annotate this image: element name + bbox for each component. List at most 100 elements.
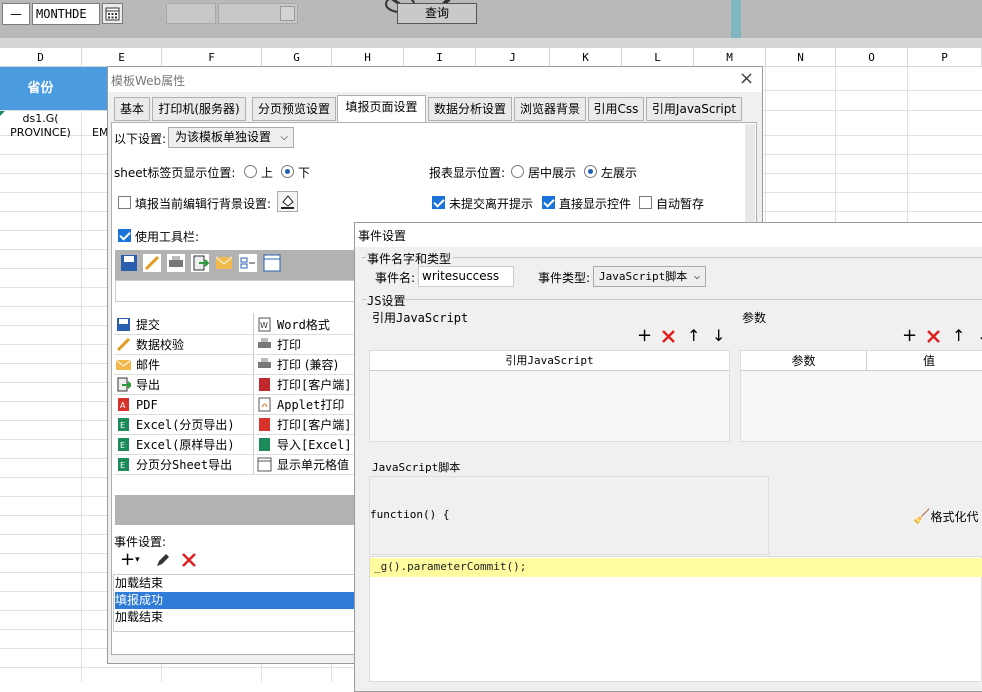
split-icon[interactable] <box>239 254 257 272</box>
tab-printer-server[interactable]: 打印机(服务器) <box>152 97 246 121</box>
col-header-l[interactable]: L <box>622 48 694 67</box>
toolbar-item-word[interactable]: W Word格式 <box>255 315 355 335</box>
move-down-ref-js-button[interactable]: ↓ <box>712 327 725 345</box>
col-header-e[interactable]: E <box>82 48 162 67</box>
move-up-ref-js-button[interactable]: ↑ <box>687 327 700 345</box>
sheet-tab-top-radio[interactable] <box>244 165 257 178</box>
move-down-param-button[interactable]: ↓ <box>977 327 982 345</box>
toolbar-item-excel-page[interactable]: E Excel(分页导出) <box>114 415 254 435</box>
event-type-select[interactable]: JavaScript脚本 ⌵ <box>593 266 706 287</box>
arrow-up-icon: ↑ <box>952 326 966 345</box>
col-header-o[interactable]: O <box>836 48 908 67</box>
col-header-f[interactable]: F <box>162 48 262 67</box>
event-name-input[interactable]: writesuccess <box>418 266 514 287</box>
ref-js-table-header[interactable]: 引用JavaScript <box>370 351 729 371</box>
toolbar-item-submit[interactable]: 提交 <box>114 315 254 335</box>
delete-param-button[interactable] <box>926 329 941 344</box>
save-icon[interactable] <box>120 254 138 272</box>
toolbar-item-print-client-pdf[interactable]: 打印[客户端] <box>255 415 355 435</box>
plus-icon: + <box>637 325 653 346</box>
toolbar-item-export[interactable]: 导出 <box>114 375 254 395</box>
print-icon[interactable] <box>167 254 185 272</box>
tab-browser-bg[interactable]: 浏览器背景 <box>514 97 586 121</box>
toolbar-item-label: 邮件 <box>136 358 161 372</box>
toolbar-item-sheet-export[interactable]: E 分页分Sheet导出 <box>114 455 254 475</box>
add-param-button[interactable]: + <box>902 327 917 345</box>
event-item-load-end[interactable]: 加载结束 <box>115 575 355 592</box>
unsubmitted-leave-label: 未提交离开提示 <box>449 197 534 211</box>
format-code-button[interactable]: 🧹格式化代 <box>913 508 978 525</box>
formula-cell[interactable]: ds1.G( PROVINCE) <box>0 112 81 140</box>
toolbar-item-mail[interactable]: 邮件 <box>114 355 254 375</box>
toolbar-item-verify[interactable]: 数据校验 <box>114 335 254 355</box>
tab-ref-js[interactable]: 引用JavaScript <box>646 97 742 121</box>
code-editor[interactable]: _g().parameterCommit(); <box>369 556 982 682</box>
query-button[interactable]: 查询 <box>397 3 477 24</box>
tab-basic[interactable]: 基本 <box>114 97 150 121</box>
column-header-row: D E F G H I J K L M N O P <box>0 48 982 67</box>
delete-event-button[interactable] <box>181 552 197 568</box>
toolbar-item-print-compat[interactable]: 打印 (兼容) <box>255 355 355 375</box>
cell-value-icon[interactable] <box>263 254 281 272</box>
toolbar-item-print-client[interactable]: 打印[客户端] <box>255 375 355 395</box>
delete-ref-js-button[interactable] <box>661 329 676 344</box>
dash-field[interactable]: — <box>2 3 30 25</box>
toolbar-item-import-excel[interactable]: 导入[Excel] <box>255 435 355 455</box>
export-icon <box>117 377 131 392</box>
province-header-cell[interactable]: 省份 <box>0 67 81 110</box>
param-table-header-param[interactable]: 参数 <box>741 351 867 371</box>
toolbar-item-print[interactable]: 打印 <box>255 335 355 355</box>
col-header-h[interactable]: H <box>332 48 404 67</box>
col-header-j[interactable]: J <box>476 48 550 67</box>
unsubmitted-leave-checkbox[interactable] <box>432 196 445 209</box>
report-center-radio[interactable] <box>511 165 524 178</box>
col-header-k[interactable]: K <box>550 48 622 67</box>
add-event-button[interactable]: +▾ <box>120 551 140 569</box>
settings-select[interactable]: 为该模板单独设置 ⌵ <box>168 127 294 148</box>
direct-show-control-checkbox[interactable] <box>542 196 555 209</box>
paint-bucket-icon <box>281 195 294 209</box>
tab-page-preview[interactable]: 分页预览设置 <box>252 97 336 121</box>
col-header-m[interactable]: M <box>694 48 766 67</box>
toolbar-item-pdf[interactable]: A PDF <box>114 395 254 415</box>
col-header-d[interactable]: D <box>0 48 82 67</box>
move-up-param-button[interactable]: ↑ <box>952 327 965 345</box>
edit-row-bg-checkbox[interactable] <box>118 196 131 209</box>
event-item-load-end-2[interactable]: 加载结束 <box>115 609 355 626</box>
toolbar-item-excel-original[interactable]: E Excel(原样导出) <box>114 435 254 455</box>
arrow-up-icon: ↑ <box>687 326 701 345</box>
tab-ref-css[interactable]: 引用Css <box>588 97 644 121</box>
calendar-button[interactable] <box>102 3 123 24</box>
edit-event-button[interactable] <box>155 552 171 568</box>
partial-cell-e[interactable]: EM <box>92 126 108 139</box>
export-icon[interactable] <box>191 254 209 272</box>
toolbar-item-applet-print[interactable]: Applet打印 <box>255 395 355 415</box>
report-left-radio[interactable] <box>584 165 597 178</box>
use-toolbar-checkbox[interactable] <box>118 229 131 242</box>
broom-icon: 🧹 <box>913 509 931 525</box>
code-line-1[interactable]: _g().parameterCommit(); <box>374 560 526 573</box>
tab-data-analysis[interactable]: 数据分析设置 <box>428 97 512 121</box>
auto-save-checkbox[interactable] <box>639 196 652 209</box>
toolbar-item-label: Excel(分页导出) <box>136 418 235 432</box>
settings-select-value: 为该模板单独设置 <box>175 130 272 144</box>
month-input[interactable]: MONTHDE <box>32 3 100 25</box>
word-icon: W <box>258 317 271 332</box>
col-header-p[interactable]: P <box>908 48 982 67</box>
toolbar-item-label: Applet打印 <box>277 398 345 412</box>
col-header-g[interactable]: G <box>262 48 332 67</box>
param-table-header-value[interactable]: 值 <box>867 351 982 371</box>
web-dialog-title: 模板Web属性 <box>111 74 186 88</box>
panel-scrollbar[interactable] <box>745 124 755 224</box>
event-item-write-success[interactable]: 填报成功 <box>115 592 355 609</box>
verify-icon[interactable] <box>143 254 161 272</box>
tab-fill-page[interactable]: 填报页面设置 <box>337 95 426 122</box>
sheet-tab-bottom-radio[interactable] <box>281 165 294 178</box>
col-header-n[interactable]: N <box>766 48 836 67</box>
bg-color-button[interactable] <box>277 191 298 212</box>
add-ref-js-button[interactable]: + <box>637 327 652 345</box>
col-header-i[interactable]: I <box>404 48 476 67</box>
mail-icon[interactable] <box>215 254 233 272</box>
toolbar-item-show-cell-value[interactable]: 显示单元格值 <box>255 455 355 475</box>
close-icon[interactable]: × <box>739 68 754 89</box>
